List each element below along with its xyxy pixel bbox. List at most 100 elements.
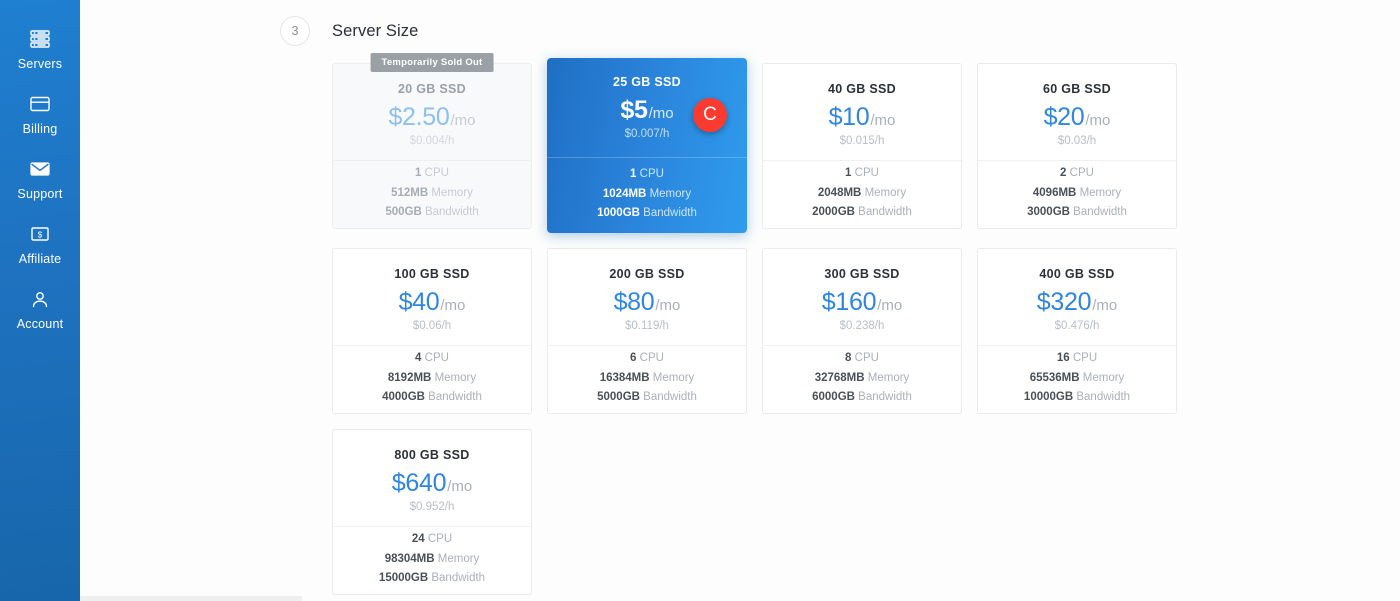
plan-cell: 800 GB SSD $640/mo $0.952/h 24 CPU 98304MB M… <box>332 429 532 595</box>
disk-size-label: 60 GB SSD <box>1042 82 1111 96</box>
card-price-section: 800 GB SSD $640/mo $0.952/h <box>333 430 531 527</box>
disk-size-label: 300 GB SSD <box>824 267 900 281</box>
horizontal-scrollbar[interactable] <box>80 596 302 601</box>
hourly-price: $0.015/h <box>839 135 885 147</box>
bandwidth-unit: Bandwidth <box>428 391 482 404</box>
bandwidth-unit: Bandwidth <box>858 206 912 219</box>
hourly-price: $0.119/h <box>625 320 669 332</box>
bandwidth-value: 5000GB <box>597 391 640 404</box>
cpu-value: 1 <box>845 167 852 180</box>
memory-value: 4096MB <box>1032 186 1077 199</box>
bandwidth-unit: Bandwidth <box>431 572 486 585</box>
bandwidth-value: 10000GB <box>1023 391 1074 404</box>
per-month-suffix: /mo <box>440 297 466 314</box>
hourly-price: $0.238/h <box>839 320 885 332</box>
memory-unit: Memory <box>649 187 692 200</box>
bandwidth-unit: Bandwidth <box>643 207 697 220</box>
cpu-spec: 1 CPU <box>415 164 449 184</box>
per-month-suffix: /mo <box>1085 112 1111 129</box>
memory-spec: 512MB Memory <box>391 184 473 204</box>
user-icon <box>30 286 50 312</box>
price-row: $320/mo <box>1037 288 1117 317</box>
plan-cell: 25 GB SSD $5/mo $0.007/h 1 CPU 1024MB Memory… <box>547 58 747 233</box>
disk-size-label: 100 GB SSD <box>394 267 470 281</box>
sidebar-item-label: Affiliate <box>18 252 62 266</box>
cpu-unit: CPU <box>1072 352 1098 365</box>
price-row: $20/mo <box>1044 103 1111 132</box>
cpu-spec: 1 CPU <box>630 165 664 185</box>
monthly-price: $160 <box>821 288 877 316</box>
server-size-grid: Temporarily Sold Out 20 GB SSD $2.50/mo $0.… <box>332 53 1232 595</box>
sidebar-item-support[interactable]: Support <box>0 156 80 201</box>
memory-value: 1024MB <box>602 187 647 200</box>
plan-cell: 200 GB SSD $80/mo $0.119/h 6 CPU 16384MB Mem… <box>547 248 747 414</box>
cpu-unit: CPU <box>424 167 449 180</box>
card-price-section: 25 GB SSD $5/mo $0.007/h <box>547 58 747 158</box>
server-size-card[interactable]: 400 GB SSD $320/mo $0.476/h 16 CPU 65536MB M… <box>977 248 1177 414</box>
bandwidth-value: 6000GB <box>812 391 855 404</box>
sidebar-item-servers[interactable]: Servers <box>0 26 80 71</box>
sidebar-item-account[interactable]: Account <box>0 286 80 331</box>
server-size-card[interactable]: 40 GB SSD $10/mo $0.015/h 1 CPU 2048MB Memor… <box>762 63 962 229</box>
monthly-price: $640 <box>391 469 447 497</box>
memory-value: 2048MB <box>817 186 862 199</box>
card-specs-section: 2 CPU 4096MB Memory 3000GB Bandwidth <box>978 161 1176 228</box>
memory-spec: 32768MB Memory <box>815 369 910 389</box>
cpu-unit: CPU <box>854 167 879 180</box>
server-size-card[interactable]: 100 GB SSD $40/mo $0.06/h 4 CPU 8192MB Memor… <box>332 248 532 414</box>
sidebar-item-billing[interactable]: Billing <box>0 91 80 136</box>
servers-icon <box>29 26 51 52</box>
svg-text:$: $ <box>38 230 43 239</box>
plan-cell: Temporarily Sold Out 20 GB SSD $2.50/mo $0.… <box>332 53 532 233</box>
server-size-card[interactable]: 300 GB SSD $160/mo $0.238/h 8 CPU 32768MB Me… <box>762 248 962 414</box>
card-specs-section: 1 CPU 512MB Memory 500GB Bandwidth <box>333 161 531 228</box>
bandwidth-value: 500GB <box>385 206 422 219</box>
disk-size-label: 800 GB SSD <box>394 448 470 462</box>
cpu-value: 8 <box>845 352 852 365</box>
sidebar-item-affiliate[interactable]: $ Affiliate <box>0 221 80 266</box>
server-size-card[interactable]: 200 GB SSD $80/mo $0.119/h 6 CPU 16384MB Mem… <box>547 248 747 414</box>
server-size-card[interactable]: 60 GB SSD $20/mo $0.03/h 2 CPU 4096MB Memory… <box>977 63 1177 229</box>
bandwidth-spec: 1000GB Bandwidth <box>597 204 697 224</box>
bandwidth-unit: Bandwidth <box>1076 391 1131 404</box>
monthly-price: $40 <box>398 288 440 316</box>
disk-size-label: 400 GB SSD <box>1039 267 1115 281</box>
cpu-spec: 8 CPU <box>845 349 879 369</box>
card-specs-section: 1 CPU 2048MB Memory 2000GB Bandwidth <box>763 161 961 228</box>
sidebar-item-label: Servers <box>17 57 63 71</box>
app-root: Servers Billing Support $ Affiliate Account 3… <box>0 0 1400 601</box>
cpu-unit: CPU <box>427 533 453 546</box>
bandwidth-spec: 5000GB Bandwidth <box>597 388 697 408</box>
memory-value: 8192MB <box>387 371 432 384</box>
bandwidth-unit: Bandwidth <box>858 391 912 404</box>
monthly-price: $20 <box>1043 103 1085 131</box>
bandwidth-spec: 3000GB Bandwidth <box>1027 203 1127 223</box>
server-size-card[interactable]: 25 GB SSD $5/mo $0.007/h 1 CPU 1024MB Memory… <box>547 58 747 233</box>
hourly-price: $0.952/h <box>409 501 455 513</box>
cpu-unit: CPU <box>424 352 449 365</box>
price-row: $5/mo <box>620 96 673 125</box>
main-content: 3 Server Size Temporarily Sold Out 20 GB … <box>80 0 1400 601</box>
bandwidth-spec: 500GB Bandwidth <box>385 203 478 223</box>
card-specs-section: 16 CPU 65536MB Memory 10000GB Bandwidth <box>978 346 1176 413</box>
price-row: $640/mo <box>392 469 472 498</box>
memory-spec: 1024MB Memory <box>603 185 691 205</box>
card-specs-section: 4 CPU 8192MB Memory 4000GB Bandwidth <box>333 346 531 413</box>
memory-unit: Memory <box>652 371 695 384</box>
hourly-price: $0.03/h <box>1057 135 1097 147</box>
cpu-spec: 1 CPU <box>845 164 879 184</box>
step-number-badge: 3 <box>280 16 310 46</box>
sold-out-badge: Temporarily Sold Out <box>370 53 494 72</box>
cpu-value: 16 <box>1056 352 1070 365</box>
monthly-price: $320 <box>1036 288 1092 316</box>
cpu-spec: 4 CPU <box>415 349 449 369</box>
card-price-section: 400 GB SSD $320/mo $0.476/h <box>978 249 1176 346</box>
bandwidth-unit: Bandwidth <box>424 206 479 219</box>
per-month-suffix: /mo <box>447 478 473 495</box>
memory-unit: Memory <box>434 371 477 384</box>
server-size-card[interactable]: 800 GB SSD $640/mo $0.952/h 24 CPU 98304MB M… <box>332 429 532 595</box>
bandwidth-spec: 15000GB Bandwidth <box>379 569 485 589</box>
disk-size-label: 25 GB SSD <box>612 75 681 89</box>
bandwidth-value: 4000GB <box>382 391 425 404</box>
monthly-price: $80 <box>613 288 655 316</box>
